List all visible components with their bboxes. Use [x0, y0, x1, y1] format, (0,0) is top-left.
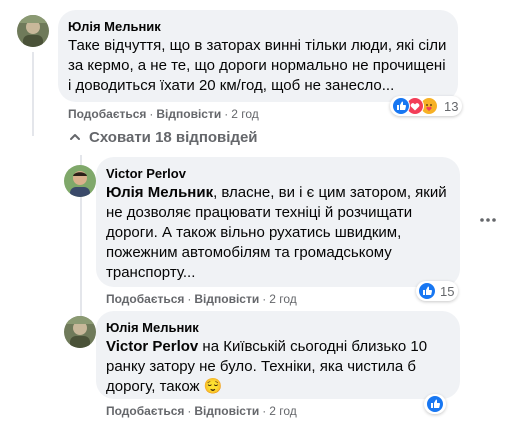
separator-dot: ·	[187, 292, 192, 306]
like-link[interactable]: Подобається	[106, 292, 184, 306]
avatar-image	[64, 316, 96, 348]
avatar-image	[17, 15, 49, 47]
timestamp[interactable]: 2 год	[269, 404, 297, 418]
comment-text-line: пожежним автомобілям та громадському	[106, 244, 392, 261]
comment-text-line: і доводиться їхати 20 км/год, щоб не зан…	[68, 77, 395, 94]
more-options-icon[interactable]	[474, 206, 502, 234]
chevron-up-icon[interactable]	[68, 130, 82, 144]
comment-text-line: ранку затору не було. Техніки, яка чисти…	[106, 358, 417, 375]
hide-replies-link[interactable]: Сховати 18 відповідей	[89, 129, 258, 146]
like-icon	[418, 282, 436, 300]
reaction-summary[interactable]: 15	[416, 281, 459, 301]
avatar[interactable]	[64, 316, 96, 348]
reaction-summary[interactable]: 13	[390, 96, 463, 116]
avatar[interactable]	[17, 15, 49, 47]
reply-link[interactable]: Відповісти	[194, 292, 259, 306]
separator-dot: ·	[149, 107, 154, 121]
mention-link[interactable]: Юлія Мельник	[106, 184, 213, 201]
comment-text-line: транспорту...	[106, 264, 196, 281]
like-link[interactable]: Подобається	[68, 107, 146, 121]
reaction-count: 13	[444, 98, 459, 114]
reaction-summary[interactable]	[424, 394, 446, 414]
comment-text-line: за кермо, а не те, що дороги нормально н…	[68, 57, 446, 74]
comment-text-line: Таке відчуття, що в заторах винні тільки…	[68, 37, 447, 54]
like-icon	[426, 395, 444, 413]
avatar[interactable]	[64, 165, 96, 197]
separator-dot: ·	[262, 292, 267, 306]
avatar-image	[64, 165, 96, 197]
reply-link[interactable]: Відповісти	[156, 107, 221, 121]
timestamp[interactable]: 2 год	[231, 107, 259, 121]
like-link[interactable]: Подобається	[106, 404, 184, 418]
timestamp[interactable]: 2 год	[269, 292, 297, 306]
comment-actions: Подобається · Відповісти · 2 год	[106, 404, 297, 418]
comment-text-line: дороги. А також вільно рухатись швидким,	[106, 224, 402, 241]
comment-text-line: Victor Perlov на Київській сьогодні близ…	[106, 337, 427, 357]
separator-dot: ·	[224, 107, 229, 121]
mention-link[interactable]: Victor Perlov	[106, 338, 198, 355]
comment-text: на Київській сьогодні близько 10	[198, 338, 428, 355]
separator-dot: ·	[262, 404, 267, 418]
comment-text-line: дорогу, також 😌	[106, 377, 222, 397]
comment-text: дорогу, також	[106, 378, 204, 395]
comment-actions: Подобається · Відповісти · 2 год	[106, 292, 297, 306]
comment-author[interactable]: Юлія Мельник	[68, 19, 161, 34]
reply-link[interactable]: Відповісти	[194, 404, 259, 418]
thread-line	[32, 52, 34, 136]
reaction-count: 15	[440, 283, 455, 299]
emoji-relieved: 😌	[203, 378, 223, 395]
separator-dot: ·	[187, 404, 192, 418]
comment-text: , власне, ви і є цим затором, який	[213, 184, 447, 201]
comment-actions: Подобається · Відповісти · 2 год	[68, 107, 259, 121]
comment-text-line: не дозволяє працювати техніці й розчищат…	[106, 204, 413, 221]
comment-author[interactable]: Юлія Мельник	[106, 320, 199, 335]
like-icon	[392, 97, 410, 115]
comment-author[interactable]: Victor Perlov	[106, 166, 186, 181]
comment-text-line: Юлія Мельник, власне, ви і є цим затором…	[106, 183, 447, 203]
